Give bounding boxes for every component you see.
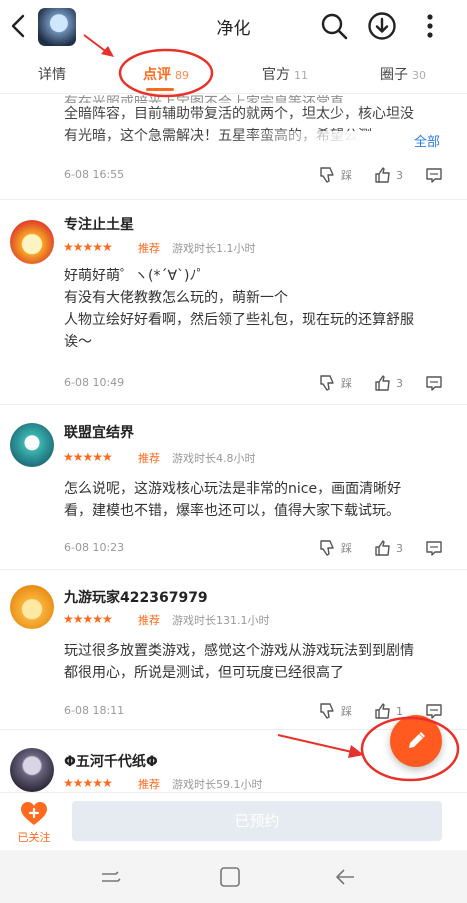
username[interactable]: 联盟宜结界 <box>64 422 134 442</box>
write-review-button[interactable] <box>390 715 442 767</box>
system-back-icon[interactable] <box>334 866 358 888</box>
tab-official-count: 11 <box>294 69 308 82</box>
active-tab-indicator <box>146 88 174 91</box>
recent-apps-icon[interactable] <box>98 866 122 888</box>
review-item: 有在光照或暗光上宝图不合上家宗皇等还常直 全暗阵容，目前辅助带复活的就两个，坦太… <box>0 95 467 200</box>
avatar[interactable] <box>10 748 54 792</box>
play-time: 游戏时长1.1小时 <box>172 242 256 255</box>
username[interactable]: 九游玩家422367979 <box>64 587 208 607</box>
thumbs-up-icon <box>375 167 390 183</box>
bottom-action-bar: 已关注 已预约 <box>0 792 467 850</box>
review-date: 6-08 10:49 <box>64 376 125 389</box>
comment-button[interactable] <box>425 374 447 392</box>
back-arrow-icon[interactable] <box>8 10 30 42</box>
review-date: 6-08 10:23 <box>64 541 125 554</box>
play-time: 游戏时长131.1小时 <box>172 614 270 627</box>
tab-reviews-count: 89 <box>175 69 189 82</box>
follow-label: 已关注 <box>17 831 51 844</box>
play-time: 游戏时长4.8小时 <box>172 452 256 465</box>
review-date: 6-08 18:11 <box>64 704 125 717</box>
top-bar: 净化 <box>0 0 467 54</box>
review-list[interactable]: 有在光照或暗光上宝图不合上家宗皇等还常直 全暗阵容，目前辅助带复活的就两个，坦太… <box>0 95 467 792</box>
review-date: 6-08 16:55 <box>64 168 125 181</box>
avatar[interactable] <box>10 220 54 264</box>
thumbs-down-icon <box>320 167 334 183</box>
more-vertical-icon[interactable] <box>414 10 446 42</box>
thumbs-up-icon <box>375 703 390 719</box>
comment-icon <box>426 541 442 556</box>
recommend-badge: 推荐 <box>138 452 160 465</box>
comment-icon <box>426 168 442 183</box>
review-text: 怎么说呢，这游戏核心玩法是非常的nice，画面清晰好 看，建模也不错，爆率也还可… <box>64 481 402 519</box>
recommend-badge: 推荐 <box>138 242 160 255</box>
comment-icon <box>426 376 442 391</box>
thumbs-down-icon <box>320 375 334 391</box>
dislike-button[interactable]: 踩 <box>319 166 352 184</box>
tab-official[interactable]: 官方 11 <box>262 64 308 84</box>
pencil-icon <box>409 732 425 748</box>
game-icon[interactable] <box>38 8 76 46</box>
comment-button[interactable] <box>425 166 447 184</box>
review-actions: 踩 3 <box>297 537 447 559</box>
page-title: 净化 <box>216 19 251 39</box>
download-icon[interactable] <box>366 10 398 42</box>
follow-button[interactable]: 已关注 <box>8 799 60 845</box>
username[interactable]: Φ五河千代纸Φ <box>64 751 158 771</box>
like-button[interactable]: 1 <box>374 702 403 720</box>
expand-link[interactable]: 全部 <box>414 131 440 150</box>
username[interactable]: 专注止土星 <box>64 214 134 234</box>
like-button[interactable]: 3 <box>374 374 403 392</box>
avatar[interactable] <box>10 423 54 467</box>
tab-reviews[interactable]: 点评 89 <box>143 64 189 84</box>
like-button[interactable]: 3 <box>374 539 403 557</box>
comment-button[interactable] <box>425 539 447 557</box>
review-text: 好萌好萌゜ヽ(*´∀`)ﾉ゜ 有没有大佬教教怎么玩的，萌新一个 人物立绘好好看啊… <box>64 268 414 350</box>
dislike-button[interactable]: 踩 <box>319 702 352 720</box>
rating-stars: ★★★★★ <box>63 612 113 626</box>
app-screen: 净化 详情 点评 89 官方 11 圈子 30 有在光照或暗光上宝图不合上家宗皇等还常… <box>0 0 467 850</box>
review-item: 九游玩家422367979 ★★★★★ 推荐 游戏时长131.1小时 玩过很多放… <box>0 570 467 730</box>
tab-circle-count: 30 <box>412 69 426 82</box>
dislike-button[interactable]: 踩 <box>319 539 352 557</box>
tab-bar: 详情 点评 89 官方 11 圈子 30 <box>0 56 467 94</box>
thumbs-up-icon <box>375 540 390 556</box>
thumbs-down-icon <box>320 540 334 556</box>
recommend-badge: 推荐 <box>138 614 160 627</box>
review-text: 玩过很多放置类游戏，感觉这个游戏从游戏玩法到到剧情 都很用心，所说是测试，但可玩… <box>64 643 414 681</box>
tab-circle[interactable]: 圈子 30 <box>380 64 426 84</box>
reserved-button[interactable]: 已预约 <box>72 801 442 841</box>
review-actions: 踩 3 <box>297 164 447 186</box>
review-item: 专注止土星 ★★★★★ 推荐 游戏时长1.1小时 好萌好萌゜ヽ(*´∀`)ﾉ゜ … <box>0 200 467 405</box>
tab-details[interactable]: 详情 <box>38 64 66 84</box>
review-item: 联盟宜结界 ★★★★★ 推荐 游戏时长4.8小时 怎么说呢，这游戏核心玩法是非常… <box>0 405 467 570</box>
review-actions: 踩 3 <box>297 372 447 394</box>
text-fade <box>230 131 420 153</box>
rating-stars: ★★★★★ <box>63 450 113 464</box>
heart-icon <box>21 802 47 825</box>
play-time: 游戏时长59.1小时 <box>172 778 263 791</box>
like-button[interactable]: 3 <box>374 166 403 184</box>
thumbs-up-icon <box>375 375 390 391</box>
home-icon[interactable] <box>218 866 242 888</box>
rating-stars: ★★★★★ <box>63 240 113 254</box>
search-icon[interactable] <box>318 10 350 42</box>
avatar[interactable] <box>10 585 54 629</box>
thumbs-down-icon <box>320 703 334 719</box>
system-nav-bar <box>0 850 467 903</box>
rating-stars: ★★★★★ <box>63 776 113 790</box>
dislike-button[interactable]: 踩 <box>319 374 352 392</box>
recommend-badge: 推荐 <box>138 778 160 791</box>
